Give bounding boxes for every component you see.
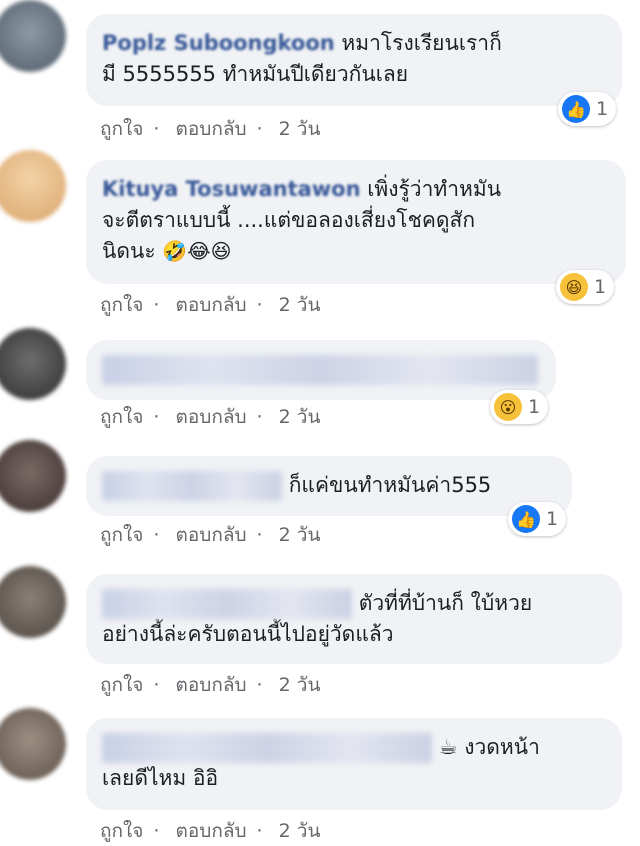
avatar[interactable] [0,566,66,638]
separator: · [153,674,160,696]
comment-text: นิดนะ [102,239,156,263]
like-link[interactable]: ถูกใจ [100,820,143,842]
separator: · [153,294,160,316]
redacted-text [102,355,538,385]
reaction-summary[interactable]: 👍 1 [508,502,567,536]
redacted-text [102,471,282,501]
comment-actions: ถูกใจ · ตอบกลับ · 2 วัน [100,402,330,432]
redacted-text [102,733,432,763]
timestamp[interactable]: 2 วัน [279,820,321,842]
separator: · [256,674,263,696]
comment-bubble [86,340,556,400]
separator: · [153,118,160,140]
comment-author[interactable]: Kituya Tosuwantawon [102,177,361,201]
like-link[interactable]: ถูกใจ [100,674,143,696]
separator: · [256,118,263,140]
comment-text: หมาโรงเรียนเราก็ [341,31,502,55]
comment-actions: ถูกใจ · ตอบกลับ · 2 วัน [100,520,330,550]
reaction-count: 1 [528,396,541,418]
laughing-emoji-icon: 🤣😂😆 [162,239,232,263]
haha-icon: 😆 [560,273,588,301]
reply-link[interactable]: ตอบกลับ [176,674,247,696]
separator: · [256,406,263,428]
comment-actions: ถูกใจ · ตอบกลับ · 2 วัน [100,670,330,700]
reply-link[interactable]: ตอบกลับ [176,820,247,842]
reaction-count: 1 [596,98,609,120]
redacted-text [102,589,352,619]
comment-text: มี 5555555 ทำหมันปีเดียวกันเลย [102,62,409,86]
avatar[interactable] [0,328,66,400]
like-icon: 👍 [512,505,540,533]
reply-link[interactable]: ตอบกลับ [176,294,247,316]
reply-link[interactable]: ตอบกลับ [176,118,247,140]
avatar[interactable] [0,708,66,780]
reaction-summary[interactable]: 👍 1 [558,92,617,126]
comment-actions: ถูกใจ · ตอบกลับ · 2 วัน [100,290,330,320]
reaction-count: 1 [546,508,559,530]
timestamp[interactable]: 2 วัน [279,294,321,316]
timestamp[interactable]: 2 วัน [279,524,321,546]
comment-text: อย่างนี้ล่ะครับตอนนี้ไปอยู่วัดแล้ว [102,622,394,646]
separator: · [153,820,160,842]
like-link[interactable]: ถูกใจ [100,294,143,316]
comment-text: ก็แค่ขนทำหมันค่า555 [288,473,492,497]
comment-text: เพิ่งรู้ว่าทำหมัน [367,177,502,201]
separator: · [153,406,160,428]
comment-bubble: ก็แค่ขนทำหมันค่า555 [86,456,572,516]
comment-bubble: Kituya Tosuwantawon เพิ่งรู้ว่าทำหมัน จะ… [86,160,626,284]
comment-actions: ถูกใจ · ตอบกลับ · 2 วัน [100,816,330,846]
like-link[interactable]: ถูกใจ [100,524,143,546]
like-icon: 👍 [562,95,590,123]
reaction-count: 1 [594,276,607,298]
avatar[interactable] [0,440,66,512]
separator: · [256,820,263,842]
comment-bubble: ☕ งวดหน้า เลยดีไหม อิอิ [86,718,622,810]
separator: · [256,524,263,546]
comment-bubble: Poplz Suboongkoon หมาโรงเรียนเราก็ มี 55… [86,14,622,106]
timestamp[interactable]: 2 วัน [279,674,321,696]
like-link[interactable]: ถูกใจ [100,118,143,140]
comment-author[interactable]: Poplz Suboongkoon [102,31,335,55]
reply-link[interactable]: ตอบกลับ [176,406,247,428]
timestamp[interactable]: 2 วัน [279,118,321,140]
comment-text: จะตีตราแบบนี้ ....แต่ขอลองเสี่ยงโชคดูสัก [102,208,476,232]
reaction-summary[interactable]: 😮 1 [490,390,549,424]
separator: · [153,524,160,546]
comment-text: เลยดีไหม อิอิ [102,766,219,790]
reaction-summary[interactable]: 😆 1 [556,270,615,304]
comment-text: ตัวที่ที่บ้านก็ ใบ้หวย [358,591,533,615]
avatar[interactable] [0,0,66,72]
wow-icon: 😮 [494,393,522,421]
comment-text: ☕ งวดหน้า [438,735,540,759]
comment-actions: ถูกใจ · ตอบกลับ · 2 วัน [100,114,330,144]
timestamp[interactable]: 2 วัน [279,406,321,428]
reply-link[interactable]: ตอบกลับ [176,524,247,546]
separator: · [256,294,263,316]
like-link[interactable]: ถูกใจ [100,406,143,428]
comment-bubble: ตัวที่ที่บ้านก็ ใบ้หวย อย่างนี้ล่ะครับตอ… [86,574,622,664]
avatar[interactable] [0,150,66,222]
